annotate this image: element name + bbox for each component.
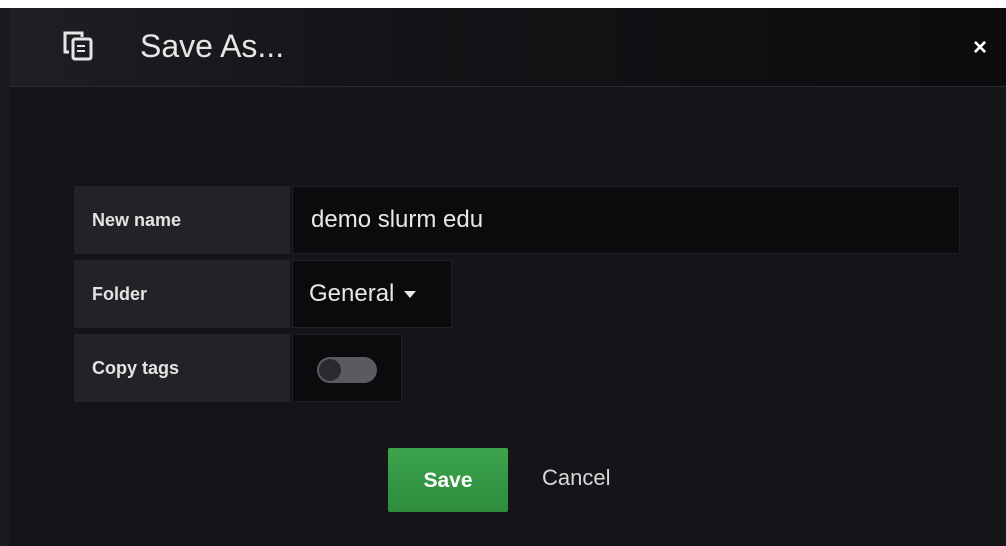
close-icon[interactable]: × — [968, 36, 992, 60]
cancel-button[interactable]: Cancel — [542, 463, 610, 493]
toggle-knob — [319, 359, 341, 381]
background-panel-edge — [0, 8, 10, 546]
copy-tags-toggle[interactable] — [317, 357, 377, 383]
copy-tags-toggle-cell — [292, 334, 402, 402]
copy-tags-label: Copy tags — [74, 334, 290, 402]
copy-icon — [60, 28, 96, 64]
name-label: New name — [74, 186, 290, 254]
caret-down-icon — [404, 291, 417, 299]
modal-title: Save As... — [140, 28, 285, 64]
folder-selected-value: General — [309, 280, 395, 307]
name-input[interactable]: demo slurm edu — [292, 186, 960, 254]
save-button[interactable]: Save — [388, 448, 508, 512]
folder-label: Folder — [74, 260, 290, 328]
save-as-modal: Save As... × New name demo slurm edu Fol… — [10, 8, 1006, 546]
modal-header: Save As... × — [10, 8, 1006, 87]
folder-select[interactable]: General — [292, 260, 452, 328]
